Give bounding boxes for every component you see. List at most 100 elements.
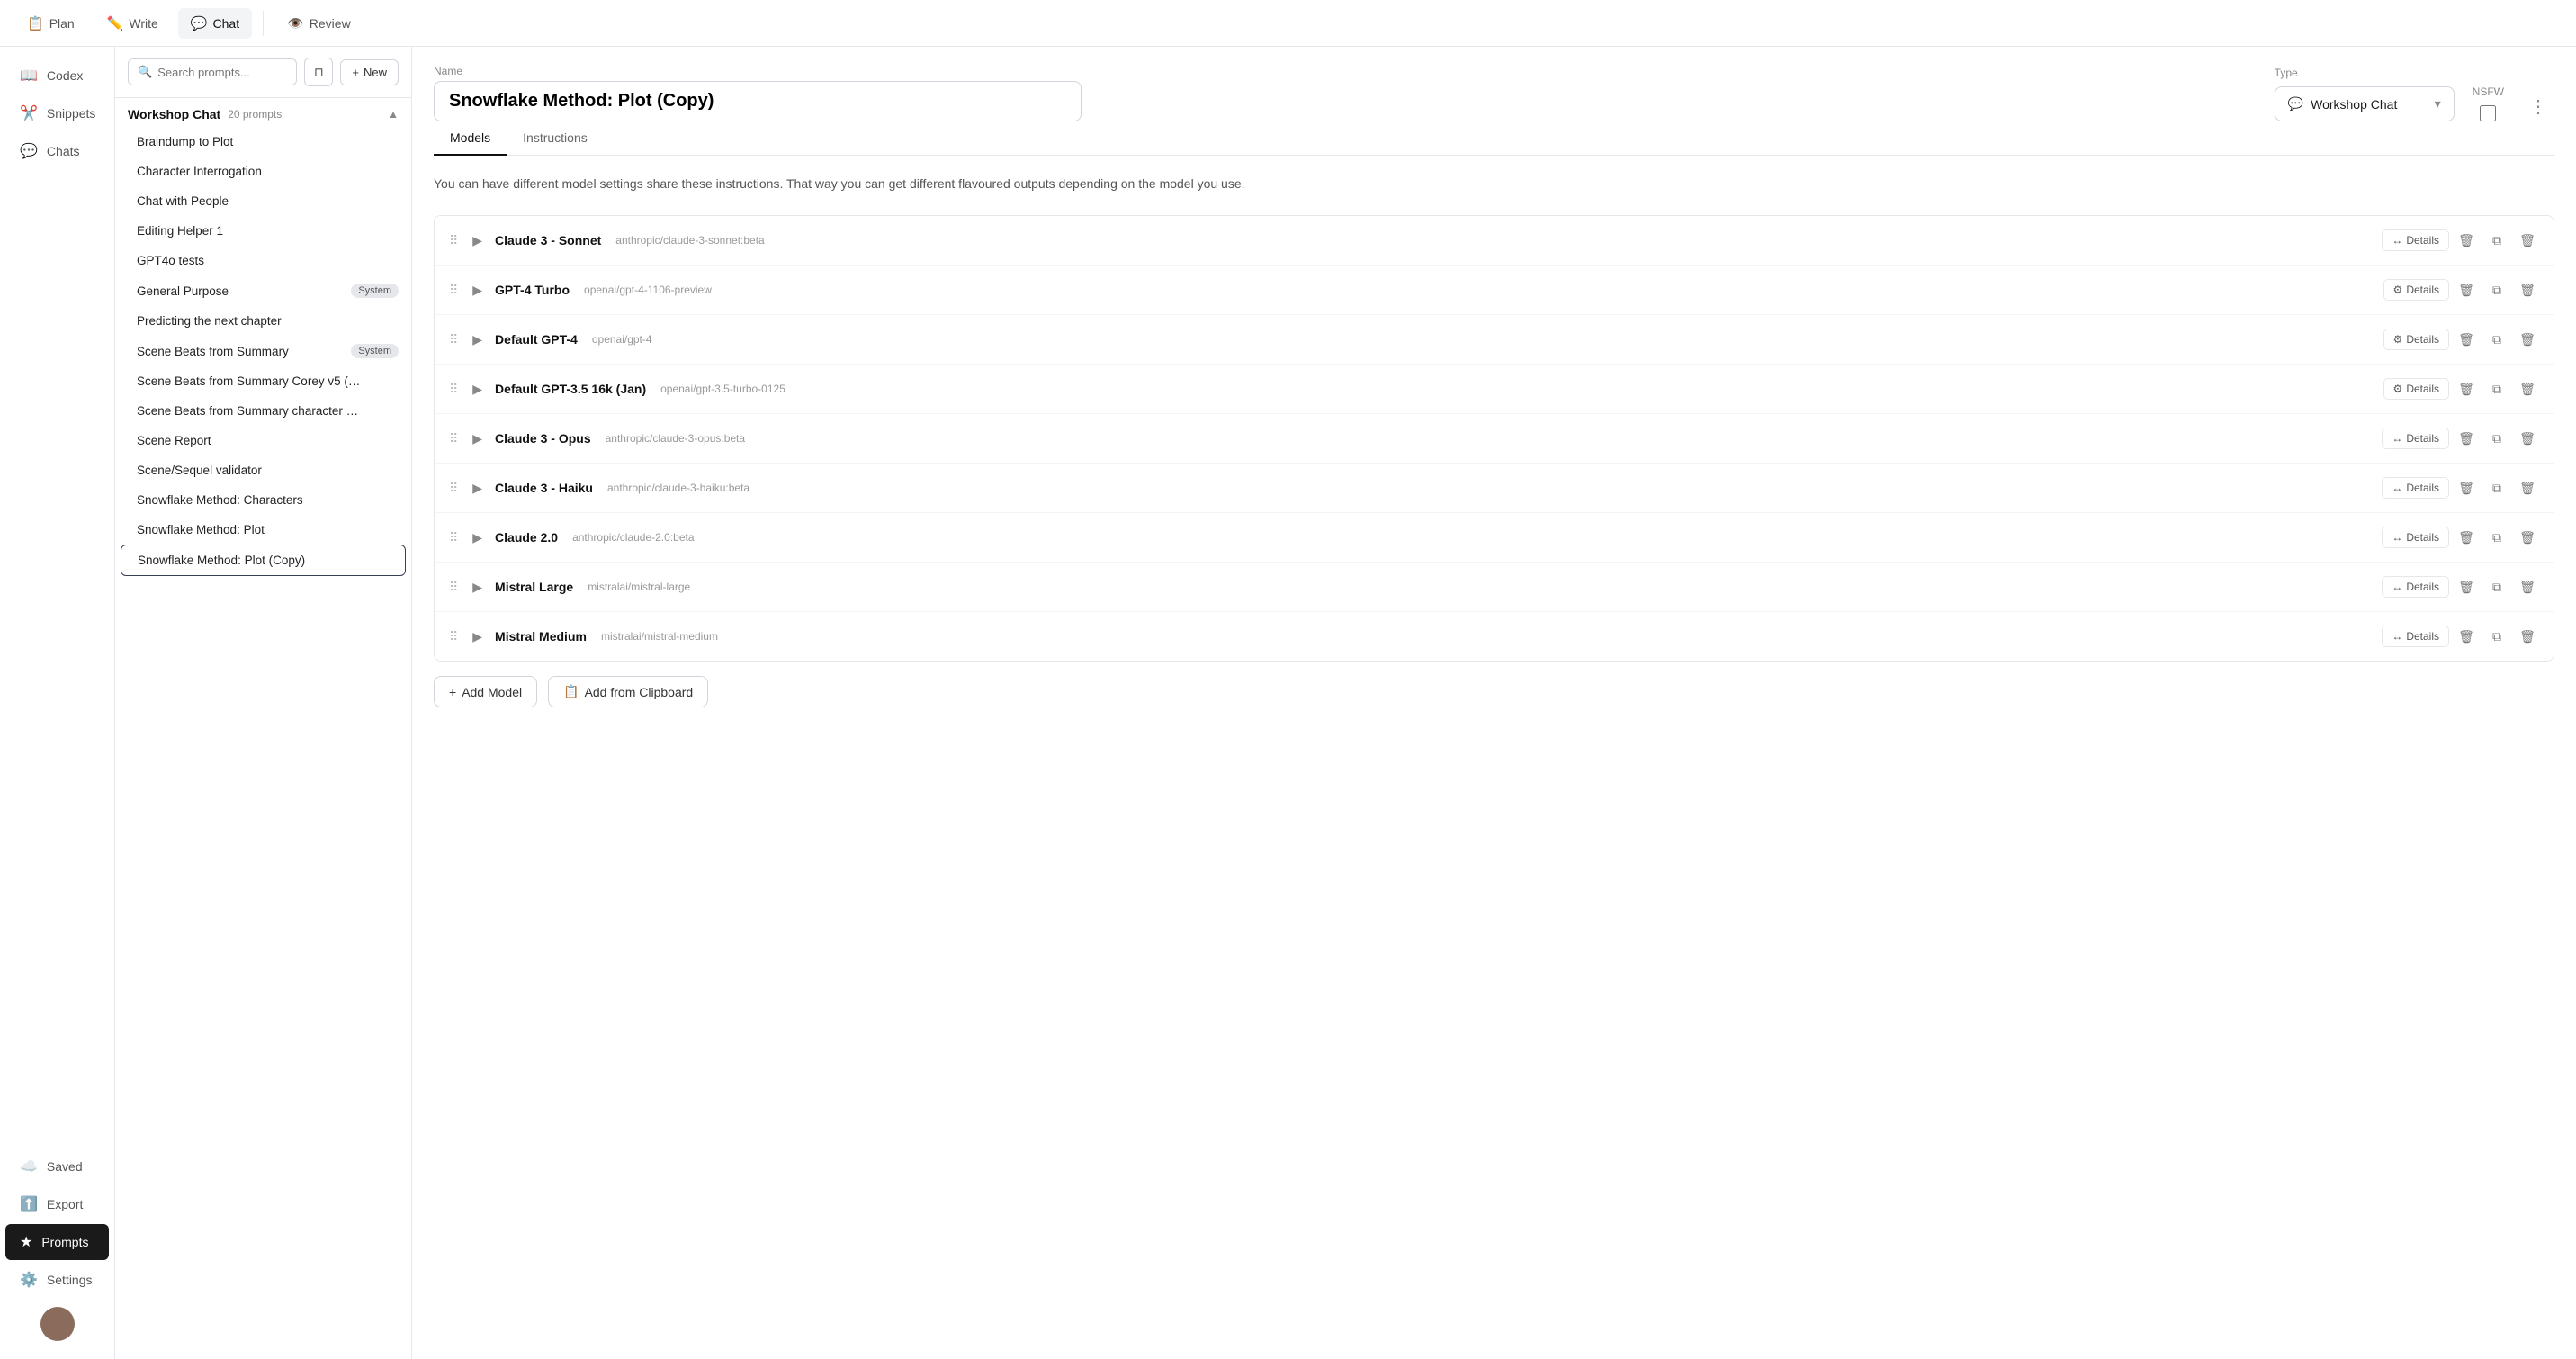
details-button[interactable]: ↔ Details [2382, 626, 2449, 647]
delete-button[interactable]: 🗑 [2453, 276, 2480, 303]
tab-review[interactable]: 👁️ Review [274, 8, 364, 39]
list-item[interactable]: Predicting the next chapter [115, 306, 411, 336]
delete-button[interactable]: 🗑 [2453, 623, 2480, 650]
trash-button[interactable]: 🗑 [2514, 227, 2541, 254]
list-item-selected[interactable]: Snowflake Method: Plot (Copy) [121, 544, 406, 576]
trash-button[interactable]: 🗑 [2514, 276, 2541, 303]
model-actions: ↔ Details 🗑 ⧉ 🗑 [2382, 474, 2541, 501]
list-item[interactable]: Scene Beats from Summary Corey v5 (… [115, 366, 411, 396]
name-section: Name [434, 65, 2257, 122]
add-model-button[interactable]: + Add Model [434, 676, 537, 707]
chats-icon: 💬 [20, 142, 38, 160]
tab-chat[interactable]: 💬 Chat [178, 8, 252, 39]
expand-button[interactable]: ▶ [469, 429, 486, 448]
drag-handle[interactable]: ⠿ [447, 330, 460, 349]
top-nav: 📋 Plan ✏️ Write 💬 Chat 👁️ Review [0, 0, 2576, 47]
drag-handle[interactable]: ⠿ [447, 578, 460, 597]
details-button[interactable]: ⚙ Details [2383, 378, 2449, 400]
list-item[interactable]: Scene Beats from Summary character … [115, 396, 411, 426]
expand-button[interactable]: ▶ [469, 380, 486, 399]
sidebar-item-snippets[interactable]: ✂️ Snippets [5, 95, 109, 131]
list-item[interactable]: Snowflake Method: Plot [115, 515, 411, 544]
drag-handle[interactable]: ⠿ [447, 380, 460, 399]
copy-button[interactable]: ⧉ [2483, 524, 2510, 551]
copy-button[interactable]: ⧉ [2483, 326, 2510, 353]
trash-button[interactable]: 🗑 [2514, 326, 2541, 353]
list-item[interactable]: Braindump to Plot [115, 127, 411, 157]
list-item[interactable]: General Purpose System [115, 275, 411, 306]
left-sidebar: 📖 Codex ✂️ Snippets 💬 Chats ☁️ Saved ⬆️ … [0, 47, 115, 1359]
details-button[interactable]: ↔ Details [2382, 230, 2449, 251]
list-item[interactable]: Character Interrogation [115, 157, 411, 186]
trash-button[interactable]: 🗑 [2514, 573, 2541, 600]
details-button[interactable]: ↔ Details [2382, 477, 2449, 499]
list-item[interactable]: Editing Helper 1 [115, 216, 411, 246]
drag-handle[interactable]: ⠿ [447, 627, 460, 646]
list-item[interactable]: Chat with People [115, 186, 411, 216]
tab-instructions[interactable]: Instructions [507, 122, 604, 156]
copy-button[interactable]: ⧉ [2483, 425, 2510, 452]
expand-button[interactable]: ▶ [469, 231, 486, 250]
expand-button[interactable]: ▶ [469, 479, 486, 498]
drag-handle[interactable]: ⠿ [447, 281, 460, 300]
list-item[interactable]: Scene/Sequel validator [115, 455, 411, 485]
tab-plan[interactable]: 📋 Plan [14, 8, 87, 39]
title-input[interactable] [434, 81, 1082, 122]
list-item[interactable]: Snowflake Method: Characters [115, 485, 411, 515]
copy-button[interactable]: ⧉ [2483, 474, 2510, 501]
drag-handle[interactable]: ⠿ [447, 231, 460, 250]
trash-button[interactable]: 🗑 [2514, 425, 2541, 452]
add-clipboard-button[interactable]: 📋 Add from Clipboard [548, 676, 708, 707]
sidebar-item-settings[interactable]: ⚙️ Settings [5, 1262, 109, 1298]
avatar[interactable] [40, 1307, 75, 1341]
trash-button[interactable]: 🗑 [2514, 524, 2541, 551]
trash-button[interactable]: 🗑 [2514, 474, 2541, 501]
delete-button[interactable]: 🗑 [2453, 524, 2480, 551]
drag-handle[interactable]: ⠿ [447, 429, 460, 448]
copy-button[interactable]: ⧉ [2483, 227, 2510, 254]
new-prompt-button[interactable]: + New [340, 59, 399, 86]
trash-button[interactable]: 🗑 [2514, 623, 2541, 650]
delete-button[interactable]: 🗑 [2453, 227, 2480, 254]
expand-button[interactable]: ▶ [469, 627, 486, 646]
sidebar-item-saved[interactable]: ☁️ Saved [5, 1148, 109, 1184]
tab-models[interactable]: Models [434, 122, 507, 156]
drag-handle[interactable]: ⠿ [447, 479, 460, 498]
trash-button[interactable]: 🗑 [2514, 375, 2541, 402]
details-button[interactable]: ↔ Details [2382, 526, 2449, 548]
expand-button[interactable]: ▶ [469, 281, 486, 300]
copy-button[interactable]: ⧉ [2483, 276, 2510, 303]
copy-button[interactable]: ⧉ [2483, 375, 2510, 402]
delete-button[interactable]: 🗑 [2453, 573, 2480, 600]
expand-button[interactable]: ▶ [469, 330, 486, 349]
sidebar-item-codex[interactable]: 📖 Codex [5, 58, 109, 94]
group-header[interactable]: Workshop Chat 20 prompts ▲ [115, 98, 411, 127]
filter-button[interactable]: ⊓ [304, 58, 333, 86]
type-dropdown[interactable]: 💬 Workshop Chat ▾ [2275, 86, 2455, 122]
sidebar-item-chats[interactable]: 💬 Chats [5, 133, 109, 169]
details-button[interactable]: ↔ Details [2382, 428, 2449, 449]
details-button[interactable]: ⚙ Details [2383, 328, 2449, 350]
tab-write[interactable]: ✏️ Write [94, 8, 171, 39]
drag-handle[interactable]: ⠿ [447, 528, 460, 547]
main-content: Name Type 💬 Workshop Chat ▾ NSFW ⋮ Model… [412, 47, 2576, 1359]
details-button[interactable]: ⚙ Details [2383, 279, 2449, 301]
expand-button[interactable]: ▶ [469, 528, 486, 547]
list-item[interactable]: Scene Beats from Summary System [115, 336, 411, 366]
details-button[interactable]: ↔ Details [2382, 576, 2449, 598]
copy-button[interactable]: ⧉ [2483, 623, 2510, 650]
list-item[interactable]: Scene Report [115, 426, 411, 455]
search-input[interactable] [157, 66, 287, 79]
sidebar-item-export[interactable]: ⬆️ Export [5, 1186, 109, 1222]
delete-button[interactable]: 🗑 [2453, 425, 2480, 452]
nsfw-checkbox[interactable] [2480, 105, 2496, 122]
delete-button[interactable]: 🗑 [2453, 375, 2480, 402]
share-icon: ↔ [2392, 432, 2402, 445]
expand-button[interactable]: ▶ [469, 578, 486, 597]
more-options-button[interactable]: ⋮ [2522, 92, 2554, 122]
delete-button[interactable]: 🗑 [2453, 474, 2480, 501]
delete-button[interactable]: 🗑 [2453, 326, 2480, 353]
list-item[interactable]: GPT4o tests [115, 246, 411, 275]
copy-button[interactable]: ⧉ [2483, 573, 2510, 600]
sidebar-item-prompts[interactable]: ★ Prompts [5, 1224, 109, 1260]
